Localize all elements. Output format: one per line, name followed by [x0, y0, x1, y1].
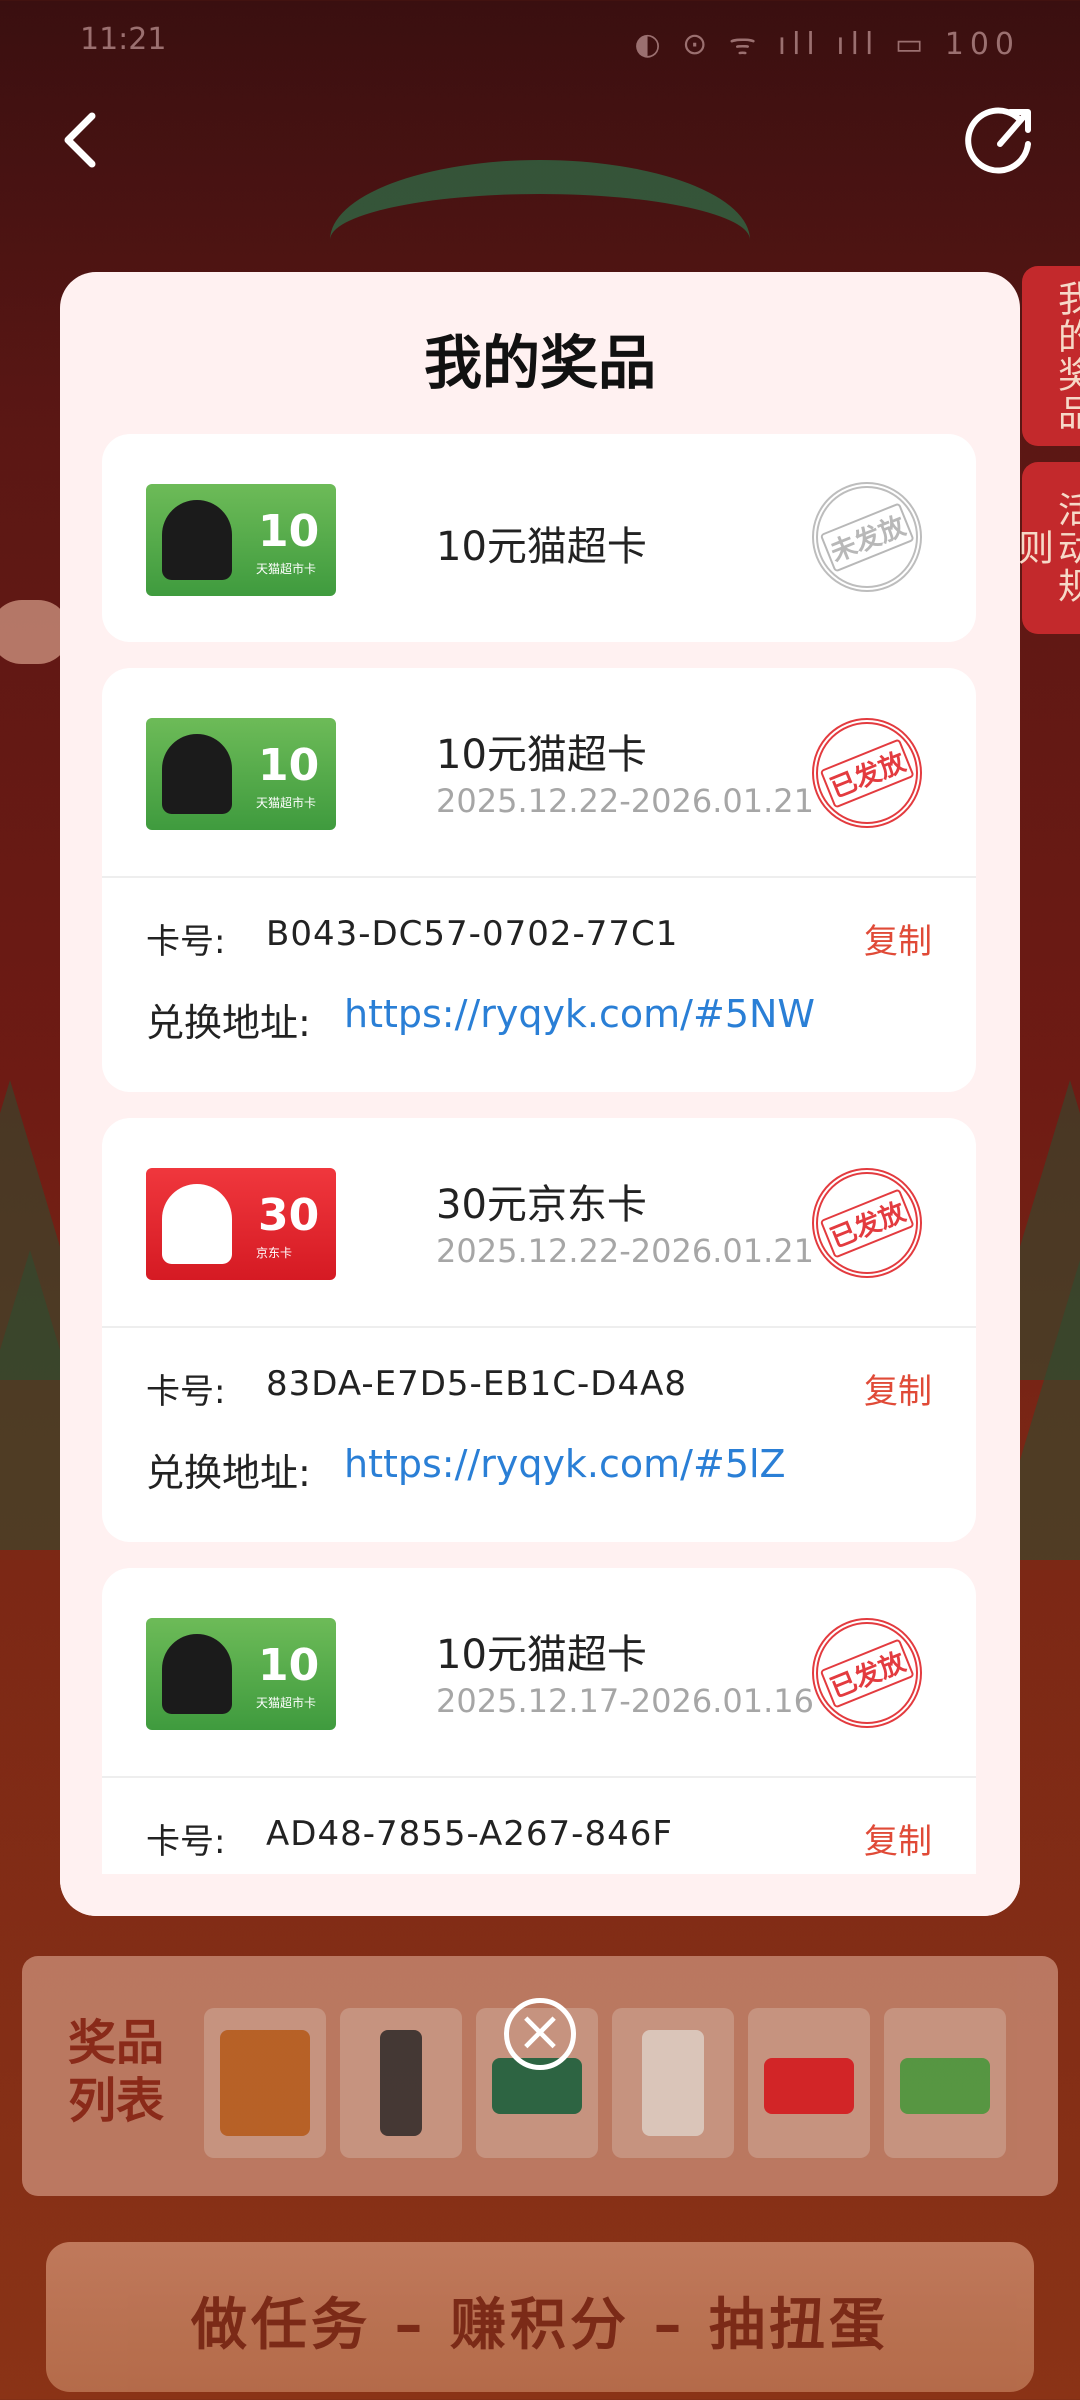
jd-card-image: 30 京东卡: [146, 1168, 336, 1280]
card-sub: 天猫超市卡: [256, 796, 317, 810]
card-number-label: 卡号:: [146, 1822, 226, 1862]
status-text: 已发放: [819, 737, 915, 809]
redeem-link[interactable]: https://ryqyk.com/#5lZ: [344, 1442, 786, 1486]
tmall-cat-icon: [162, 734, 232, 814]
modal-bottom-edge: [60, 1874, 1020, 1916]
card-number-label: 卡号:: [146, 1372, 226, 1412]
tmall-cat-icon: [162, 500, 232, 580]
prize-card: 10 天猫超市卡 10元猫超卡 2025.12.22-2026.01.21 已发…: [102, 668, 976, 1092]
close-icon[interactable]: ×: [504, 1998, 576, 2070]
card-number: AD48-7855-A267-846F: [266, 1814, 673, 1854]
status-bar: 11:21 ◐ ⊙ ᯤ ıll ıll ▭ 100: [0, 0, 1080, 80]
card-sub: 天猫超市卡: [256, 562, 317, 576]
prize-validity: 2025.12.22-2026.01.21: [436, 1232, 814, 1270]
card-value: 30: [258, 1190, 320, 1241]
prize-thumb-phone[interactable]: [204, 2008, 326, 2158]
prize-name: 10元猫超卡: [436, 524, 647, 570]
prize-card: 10 天猫超市卡 10元猫超卡 未发放: [102, 434, 976, 642]
tmall-card-image: 10 天猫超市卡: [146, 718, 336, 830]
status-icons: ◐ ⊙ ᯤ ıll ıll ▭ 100: [634, 27, 1020, 62]
status-text: 未发放: [819, 501, 915, 573]
my-prizes-modal: 我的奖品 10 天猫超市卡 10元猫超卡 未发放 10 天猫超市卡 10元猫超卡…: [60, 272, 1020, 1916]
redeem-link[interactable]: https://ryqyk.com/#5NW: [344, 992, 815, 1036]
status-stamp: 已发放: [795, 701, 939, 845]
prize-thumb-tmall-card[interactable]: [884, 2008, 1006, 2158]
redeem-label: 兑换地址:: [146, 1451, 311, 1495]
prize-card: 10 天猫超市卡 10元猫超卡 2025.12.17-2026.01.16 已发…: [102, 1568, 976, 1916]
prize-thumb-jd-card[interactable]: [748, 2008, 870, 2158]
card-sub: 天猫超市卡: [256, 1696, 317, 1710]
prize-name: 30元京东卡: [436, 1182, 647, 1228]
task-button-label: 做任务 – 赚积分 – 抽扭蛋: [191, 2293, 889, 2358]
status-text: 已发放: [819, 1637, 915, 1709]
card-value: 10: [258, 740, 320, 791]
card-value: 10: [258, 506, 320, 557]
card-number: 83DA-E7D5-EB1C-D4A8: [266, 1364, 687, 1404]
prize-thumb-tumbler[interactable]: [612, 2008, 734, 2158]
copy-button[interactable]: 复制: [864, 914, 932, 963]
status-text: 已发放: [819, 1187, 915, 1259]
prize-validity: 2025.12.22-2026.01.21: [436, 782, 814, 820]
card-number: B043-DC57-0702-77C1: [266, 914, 679, 954]
prize-card: 30 京东卡 30元京东卡 2025.12.22-2026.01.21 已发放 …: [102, 1118, 976, 1542]
tmall-card-image: 10 天猫超市卡: [146, 484, 336, 596]
task-button[interactable]: 做任务 – 赚积分 – 抽扭蛋: [46, 2242, 1034, 2392]
share-icon[interactable]: [960, 100, 1040, 180]
status-stamp: 未发放: [795, 465, 939, 609]
divider: [102, 1326, 976, 1328]
redeem-label: 兑换地址:: [146, 1001, 311, 1045]
card-number-label: 卡号:: [146, 922, 226, 962]
divider: [102, 1776, 976, 1778]
tmall-cat-icon: [162, 1634, 232, 1714]
jd-dog-icon: [162, 1184, 232, 1264]
tab-activity-rules[interactable]: 活动规则: [1012, 462, 1080, 634]
prize-list-label: 奖品列表: [68, 2015, 165, 2129]
tmall-card-image: 10 天猫超市卡: [146, 1618, 336, 1730]
prize-name: 10元猫超卡: [436, 732, 647, 778]
prize-thumb-camera[interactable]: [340, 2008, 462, 2158]
status-stamp: 已发放: [795, 1151, 939, 1295]
chevron-left-icon[interactable]: [40, 100, 120, 180]
card-sub: 京东卡: [256, 1246, 293, 1260]
card-value: 10: [258, 1640, 320, 1691]
prize-validity: 2025.12.17-2026.01.16: [436, 1682, 814, 1720]
divider: [102, 876, 976, 878]
tab-my-prizes[interactable]: 我的奖品: [1022, 266, 1080, 446]
copy-button[interactable]: 复制: [864, 1364, 932, 1413]
copy-button[interactable]: 复制: [864, 1814, 932, 1863]
prize-name: 10元猫超卡: [436, 1632, 647, 1678]
prize-list-panel: 奖品列表: [22, 1956, 1058, 2196]
status-time: 11:21: [80, 22, 167, 57]
status-stamp: 已发放: [795, 1601, 939, 1745]
modal-title: 我的奖品: [423, 329, 656, 397]
